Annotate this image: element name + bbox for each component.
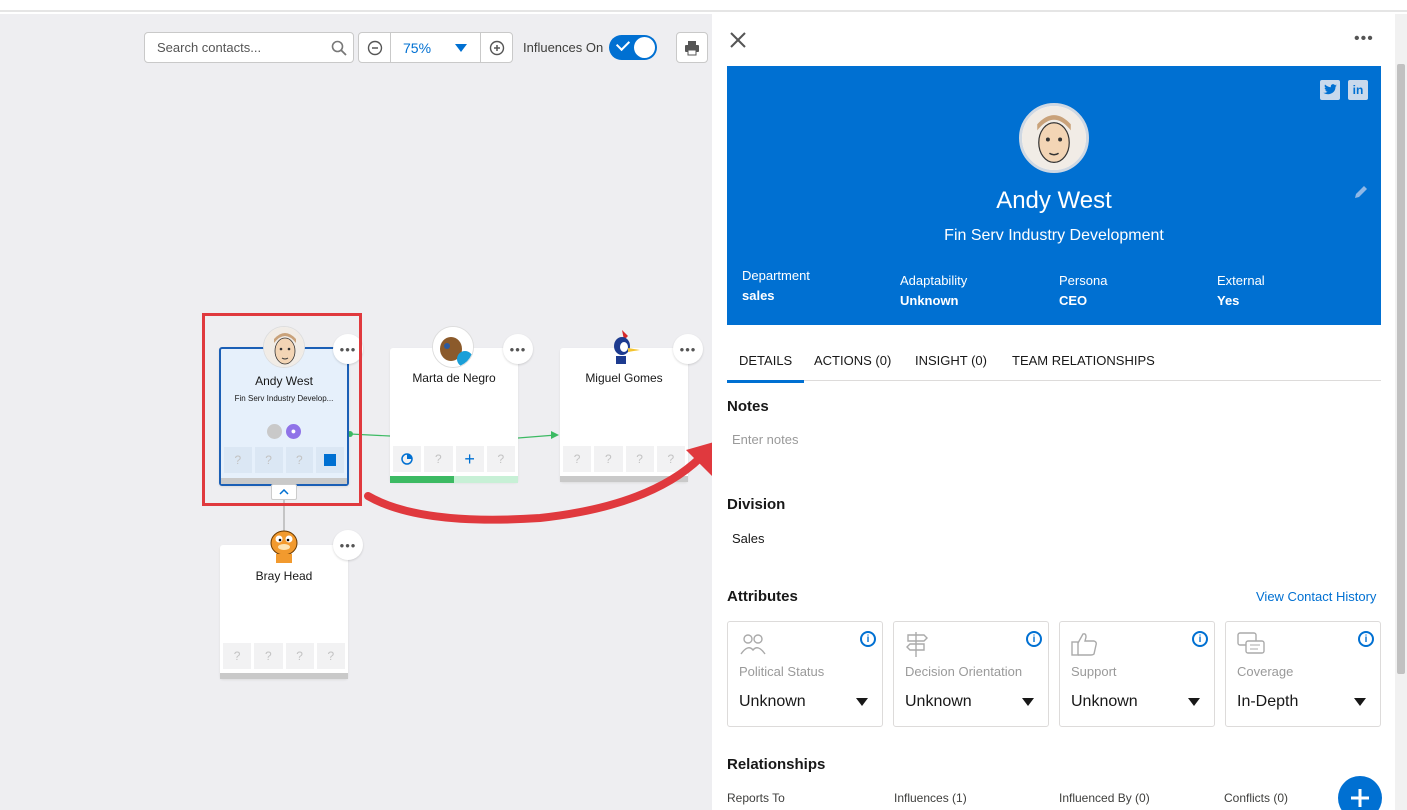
contact-title: Fin Serv Industry Development xyxy=(944,227,1164,244)
attribute-support: i Support Unknown xyxy=(1059,621,1215,727)
plus-icon xyxy=(1351,789,1369,807)
info-icon[interactable]: i xyxy=(1358,631,1374,647)
relationship-reports-to[interactable]: Reports To xyxy=(727,791,785,805)
contact-name: Andy West xyxy=(996,187,1112,214)
attribute-label: Coverage xyxy=(1237,664,1294,679)
relationship-influences[interactable]: Influences (1) xyxy=(894,791,967,805)
field-adaptability: Adaptability Unknown xyxy=(900,273,967,308)
attribute-select[interactable]: Unknown xyxy=(905,693,972,711)
relationships-heading: Relationships xyxy=(727,756,826,773)
tab-insight[interactable]: INSIGHT (0) xyxy=(915,353,987,368)
field-value: Unknown xyxy=(900,293,959,308)
dropdown-caret-icon[interactable] xyxy=(1022,698,1034,706)
attribute-political-status: i Political Status Unknown xyxy=(727,621,883,727)
notes-heading: Notes xyxy=(727,398,769,415)
view-contact-history-link[interactable]: View Contact History xyxy=(1256,589,1376,604)
annotation-arrow xyxy=(364,438,728,524)
field-department: Department sales xyxy=(742,268,810,303)
field-label: External xyxy=(1217,273,1265,288)
attribute-label: Political Status xyxy=(739,664,825,679)
card-cell[interactable]: ? xyxy=(254,643,283,669)
thumbs-up-icon xyxy=(1071,633,1097,656)
highlight-box xyxy=(202,313,362,506)
field-label: Department xyxy=(742,268,810,283)
attribute-coverage: i Coverage In-Depth xyxy=(1225,621,1381,727)
field-value: Yes xyxy=(1217,293,1240,308)
browser-top-strip xyxy=(0,0,1407,12)
attributes-heading: Attributes xyxy=(727,588,798,605)
contact-avatar xyxy=(1019,103,1089,173)
division-value: Sales xyxy=(732,531,765,546)
dropdown-caret-icon[interactable] xyxy=(1188,698,1200,706)
panel-more-button[interactable]: ••• xyxy=(1354,30,1374,48)
field-value: CEO xyxy=(1059,293,1088,308)
attribute-select[interactable]: Unknown xyxy=(1071,693,1138,711)
avatar-bray-head xyxy=(263,523,305,565)
close-icon[interactable] xyxy=(728,30,748,50)
edit-pencil-icon[interactable] xyxy=(1353,184,1369,200)
notes-input[interactable]: Enter notes xyxy=(732,432,799,447)
tab-team-relationships[interactable]: TEAM RELATIONSHIPS xyxy=(1012,353,1155,368)
panel-scrollbar[interactable] xyxy=(1395,14,1407,810)
avatar-miguel-gomes xyxy=(602,326,644,368)
card-name: Bray Head xyxy=(255,569,313,583)
coverage-icon xyxy=(1237,632,1265,654)
card-more-button[interactable]: ••• xyxy=(503,334,533,364)
division-heading: Division xyxy=(727,496,786,513)
card-more-button[interactable]: ••• xyxy=(333,530,363,560)
relationship-conflicts[interactable]: Conflicts (0) xyxy=(1224,791,1288,805)
scrollbar-thumb[interactable] xyxy=(1397,64,1405,674)
add-relationship-button[interactable] xyxy=(1338,776,1382,810)
card-name: Marta de Negro xyxy=(412,371,496,385)
attribute-decision-orientation: i Decision Orientation Unknown xyxy=(893,621,1049,727)
card-name: Miguel Gomes xyxy=(585,371,663,385)
card-cell[interactable]: ? xyxy=(223,643,252,669)
attribute-label: Decision Orientation xyxy=(905,664,1023,679)
attribute-label: Support xyxy=(1071,664,1117,679)
relationship-influenced-by[interactable]: Influenced By (0) xyxy=(1059,791,1150,805)
attribute-select[interactable]: In-Depth xyxy=(1237,693,1298,711)
info-icon[interactable]: i xyxy=(1192,631,1208,647)
card-more-button[interactable]: ••• xyxy=(673,334,703,364)
decision-orientation-icon xyxy=(906,632,928,657)
tab-actions[interactable]: ACTIONS (0) xyxy=(814,353,891,368)
tab-details[interactable]: DETAILS xyxy=(727,353,805,383)
field-value: sales xyxy=(742,288,775,303)
detail-tabs: DETAILS ACTIONS (0) INSIGHT (0) TEAM REL… xyxy=(727,344,1381,383)
contact-header: in Andy West Fin Serv Industry Developme… xyxy=(727,66,1381,325)
field-external: External Yes xyxy=(1217,273,1265,308)
contact-detail-panel: ••• in Andy West Fin Serv Industry Devel… xyxy=(712,14,1395,810)
card-bar xyxy=(220,673,348,679)
dropdown-caret-icon[interactable] xyxy=(1354,698,1366,706)
contact-card-bray-head[interactable]: Bray Head ? ? ? ? xyxy=(220,545,348,679)
card-cell[interactable]: ? xyxy=(316,643,345,669)
info-icon[interactable]: i xyxy=(860,631,876,647)
avatar-marta-de-negro xyxy=(432,326,474,368)
field-persona: Persona CEO xyxy=(1059,273,1107,308)
field-label: Adaptability xyxy=(900,273,968,288)
card-cell[interactable]: ? xyxy=(285,643,314,669)
attribute-select[interactable]: Unknown xyxy=(739,693,806,711)
twitter-icon[interactable] xyxy=(1320,80,1340,100)
info-icon[interactable]: i xyxy=(1026,631,1042,647)
political-status-icon xyxy=(740,634,766,655)
dropdown-caret-icon[interactable] xyxy=(856,698,868,706)
field-label: Persona xyxy=(1059,273,1108,288)
linkedin-icon[interactable]: in xyxy=(1348,80,1368,100)
org-chart-canvas[interactable]: 75% Influences On Andy West Fin Serv Ind… xyxy=(0,14,712,810)
